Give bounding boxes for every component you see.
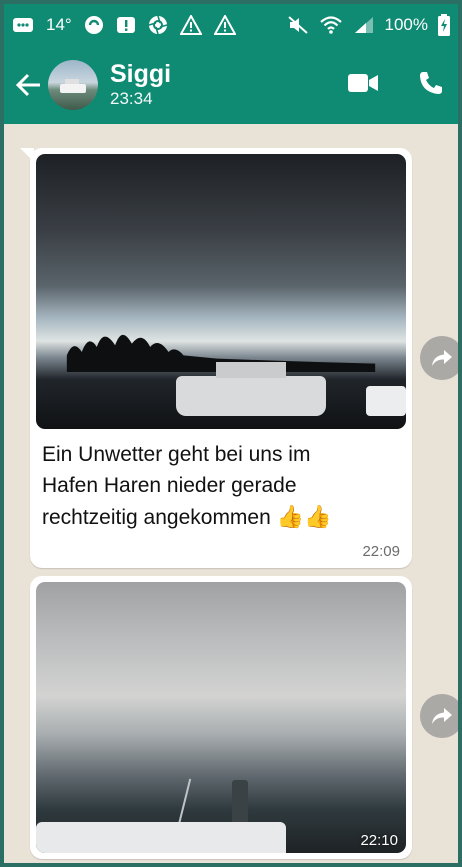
yacht-cabin: [216, 362, 286, 378]
shelf-cloud-photo[interactable]: [36, 582, 406, 853]
contact-name: Siggi: [110, 60, 172, 88]
messaging-notification-icon: [12, 16, 34, 34]
bubble-tail: [20, 148, 34, 162]
forward-button[interactable]: [420, 336, 458, 380]
motor-yacht: [176, 362, 326, 416]
back-button[interactable]: [8, 55, 48, 115]
status-left: 14°: [12, 15, 236, 35]
status-right: 100%: [287, 14, 450, 36]
forward-arrow-icon: [432, 350, 452, 366]
caption-text: Ein Unwetter geht bei uns im Hafen Haren…: [42, 443, 311, 529]
battery-charging-icon: [438, 14, 450, 36]
video-camera-icon: [348, 73, 378, 92]
warning-icon: [179, 15, 202, 35]
header-actions: [348, 70, 444, 101]
mute-icon: [287, 15, 309, 35]
voice-call-button[interactable]: [418, 70, 444, 101]
message-caption: Ein Unwetter geht bei uns im Hafen Haren…: [42, 439, 400, 533]
storm-photo-harbor[interactable]: [36, 154, 406, 429]
warning-icon-2: [213, 15, 236, 35]
temperature-text: 14°: [46, 15, 72, 34]
forward-arrow-icon-2: [432, 708, 452, 724]
arrow-left-icon: [15, 73, 40, 97]
signal-icon: [353, 15, 375, 35]
chat-header: Siggi 23:34: [4, 46, 458, 124]
avatar-boat-hull: [60, 84, 86, 93]
message-time-2: 22:10: [360, 832, 398, 849]
avatar[interactable]: [48, 60, 98, 110]
wifi-icon: [319, 15, 343, 35]
battery-percent-text: 100%: [384, 15, 428, 34]
contact-info[interactable]: Siggi 23:34: [110, 60, 171, 110]
app-notification-icon: [84, 15, 104, 35]
message-time: 22:09: [362, 543, 400, 560]
forward-button-2[interactable]: [420, 694, 458, 738]
alert-notification-icon: [116, 15, 136, 35]
small-boat: [366, 386, 406, 416]
last-seen: 23:34: [110, 89, 153, 108]
phone-icon: [420, 71, 442, 94]
message-bubble[interactable]: Ein Unwetter geht bei uns im Hafen Haren…: [20, 148, 412, 568]
aperture-icon: [148, 15, 168, 35]
message-bubble-2[interactable]: 22:10: [30, 576, 412, 859]
phone-screen: 14° 100% Siggi 23:34 Ein Unwetter geht b…: [0, 0, 462, 867]
video-call-button[interactable]: [348, 73, 378, 98]
status-bar: 14° 100%: [4, 4, 458, 46]
moored-boats: [36, 822, 286, 853]
thumbs-up-emojis: 👍👍: [276, 504, 332, 529]
chat-area[interactable]: Ein Unwetter geht bei uns im Hafen Haren…: [4, 124, 458, 863]
